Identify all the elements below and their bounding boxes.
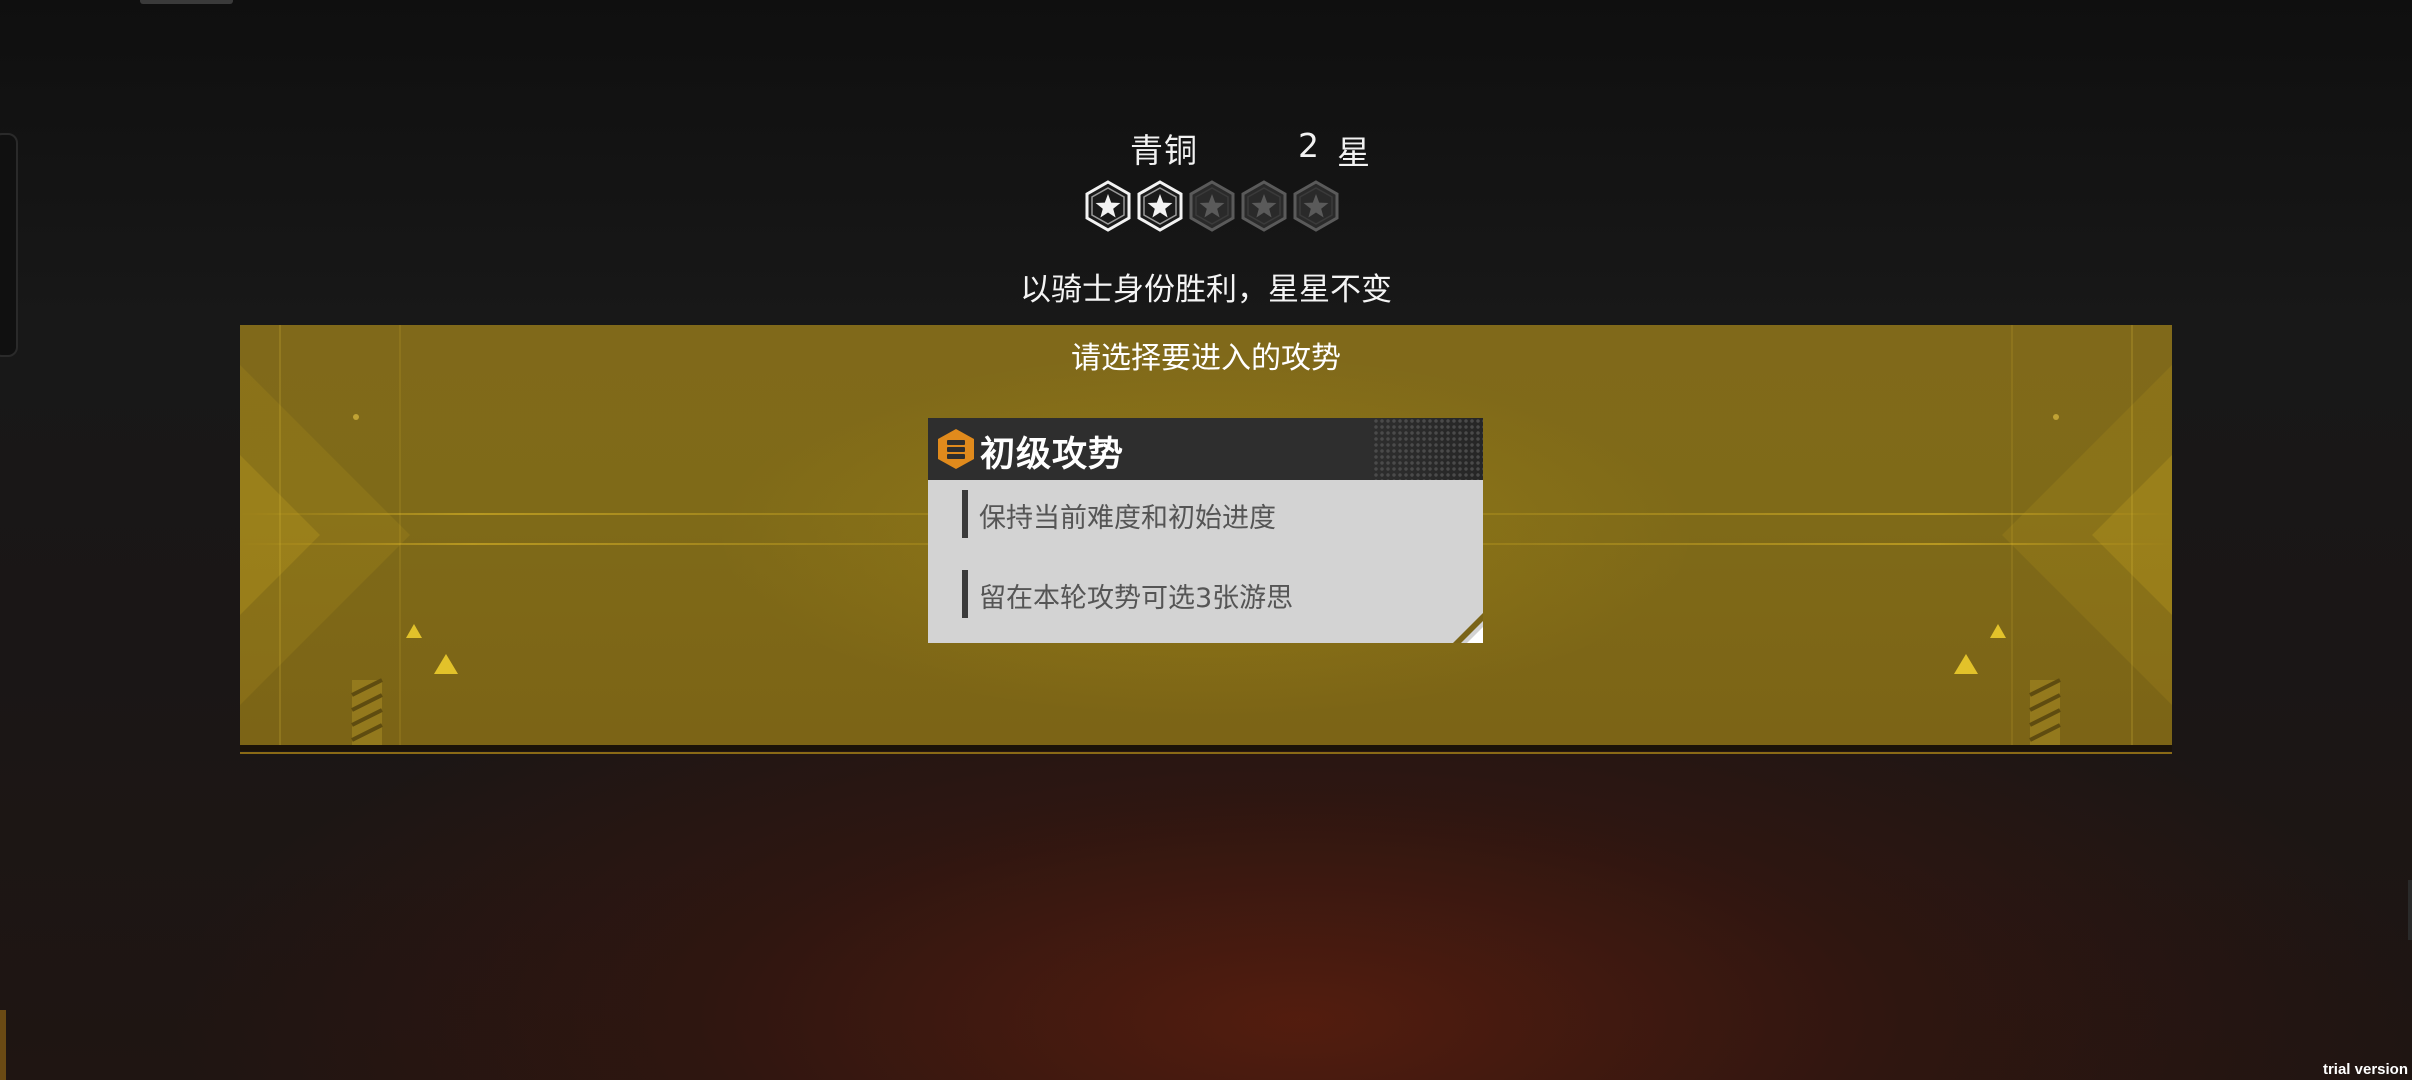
band-left-decoration — [240, 325, 458, 745]
rank-stars — [1084, 180, 1340, 232]
star-filled-icon — [1137, 180, 1183, 232]
card-header: 初级攻势 — [928, 418, 1483, 480]
line-marker — [962, 490, 968, 538]
star-empty-icon — [1241, 180, 1287, 232]
card-corner-accent — [1453, 613, 1483, 643]
band-right-decoration — [1954, 325, 2172, 745]
card-line-text: 保持当前难度和初始进度 — [979, 503, 1276, 534]
rank-tier-name: 青铜 — [1130, 131, 1198, 170]
rank-rule-text: 以骑士身份胜利，星星不变 — [1020, 272, 1392, 308]
hexagon-stack-icon — [938, 429, 974, 469]
selection-prompt: 请选择要进入的攻势 — [1071, 341, 1341, 376]
card-description-line: 保持当前难度和初始进度 — [962, 490, 1462, 538]
star-filled-icon — [1085, 180, 1131, 232]
card-header-dot-pattern — [1373, 418, 1483, 480]
side-drawer-handle[interactable] — [0, 133, 18, 357]
card-description-line: 留在本轮攻势可选3张游思 — [962, 570, 1462, 618]
rank-star-label: 星 — [1337, 133, 1370, 172]
card-line-text: 留在本轮攻势可选3张游思 — [979, 583, 1294, 614]
rank-star-count: 2 — [1298, 126, 1319, 165]
top-edge-tab — [140, 0, 233, 4]
star-empty-icon — [1189, 180, 1235, 232]
star-empty-icon — [1293, 180, 1339, 232]
band-bottom-line — [240, 752, 2172, 754]
card-title: 初级攻势 — [980, 435, 1125, 475]
trial-watermark: trial version — [2322, 1061, 2408, 1078]
right-edge-accent — [2408, 880, 2412, 940]
band-bottom-edge — [240, 745, 2172, 751]
line-marker — [962, 570, 968, 618]
left-edge-accent — [0, 1010, 6, 1080]
offensive-option-card[interactable]: 初级攻势 保持当前难度和初始进度 留在本轮攻势可选3张游思 — [928, 418, 1483, 643]
